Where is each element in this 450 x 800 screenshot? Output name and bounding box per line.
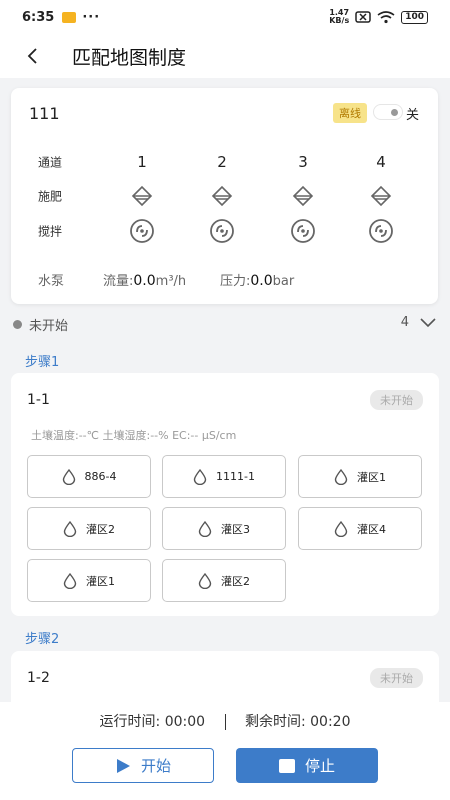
stir-row: 搅拌 <box>11 216 438 246</box>
status-icons: 1.47 KB/s 100 <box>329 9 428 25</box>
more-notifications-icon: ··· <box>82 9 101 25</box>
divider <box>224 714 226 730</box>
pressure-reading: 压力:0.0bar <box>220 273 295 289</box>
back-button[interactable] <box>20 44 44 68</box>
zone-button[interactable]: 886-4 <box>27 455 151 498</box>
zone-button[interactable]: 灌区4 <box>298 507 422 550</box>
fertilize-valve-icon[interactable] <box>202 181 242 211</box>
channel-number: 2 <box>217 153 227 171</box>
notification-icon <box>62 11 77 23</box>
nav-bar: 匹配地图制度 <box>0 34 450 78</box>
toggle-label: 关 <box>406 108 420 123</box>
chevron-down-icon[interactable] <box>419 316 437 328</box>
zone-button[interactable]: 1111-1 <box>162 455 286 498</box>
zone-label: 886-4 <box>84 470 117 483</box>
zone-button[interactable]: 灌区2 <box>162 559 286 602</box>
start-button[interactable]: 开始 <box>72 748 214 783</box>
sim-blocked-icon <box>355 11 371 23</box>
step-id: 1-2 <box>27 670 50 686</box>
stop-button[interactable]: 停止 <box>236 748 378 783</box>
pump-label: 水泵 <box>38 274 65 289</box>
flow-reading: 流量:0.0m³/h <box>103 273 187 289</box>
water-drop-icon <box>193 468 207 485</box>
fertilize-label: 施肥 <box>38 189 63 204</box>
run-time-label: 运行时间: <box>99 714 161 730</box>
fertilize-valve-icon[interactable] <box>361 181 401 211</box>
step-status-badge: 未开始 <box>370 390 423 410</box>
zone-label: 1111-1 <box>216 470 255 483</box>
zone-button[interactable]: 灌区1 <box>298 455 422 498</box>
zone-label: 灌区2 <box>86 522 115 536</box>
zone-label: 灌区2 <box>221 574 250 588</box>
channel-label: 通道 <box>38 155 63 170</box>
power-toggle[interactable] <box>373 104 403 120</box>
fertilize-valve-icon[interactable] <box>122 181 162 211</box>
water-drop-icon <box>62 468 75 485</box>
remain-time-value: 00:20 <box>310 714 351 730</box>
zone-button[interactable]: 灌区1 <box>27 559 151 602</box>
stop-icon <box>278 758 295 773</box>
channel-number: 4 <box>376 153 386 171</box>
page-title: 匹配地图制度 <box>72 46 187 69</box>
step-card: 1-1 未开始 土壤温度:--℃ 土壤湿度:--% EC:-- μS/cm 88… <box>11 373 439 616</box>
water-drop-icon <box>63 520 77 537</box>
offline-badge: 离线 <box>333 103 367 123</box>
stirrer-icon[interactable] <box>202 216 242 246</box>
step-status-badge: 未开始 <box>370 668 423 688</box>
fertilize-valve-icon[interactable] <box>283 181 323 211</box>
stir-label: 搅拌 <box>38 224 63 239</box>
zone-button[interactable]: 灌区3 <box>162 507 286 550</box>
water-drop-icon <box>198 572 212 589</box>
water-drop-icon <box>63 572 77 589</box>
channel-number: 1 <box>137 153 147 171</box>
device-name: 111 <box>29 104 60 123</box>
stirrer-icon[interactable] <box>361 216 401 246</box>
channel-row: 通道 1 2 3 4 <box>11 147 438 177</box>
zone-label: 灌区1 <box>357 470 386 484</box>
zone-label: 灌区4 <box>357 522 386 536</box>
remain-time-label: 剩余时间: <box>244 714 306 730</box>
play-icon <box>116 758 130 773</box>
step-count: 4 <box>400 315 409 330</box>
stirrer-icon[interactable] <box>283 216 323 246</box>
status-dot <box>13 320 22 329</box>
chevron-left-icon <box>27 48 37 64</box>
run-status-row[interactable]: 未开始 4 <box>11 312 439 336</box>
device-card: 111 离线 关 通道 1 2 3 4 施肥 搅拌 水泵 流量:0.0m³/h … <box>11 88 438 304</box>
status-bar: 6:35 ··· 1.47 KB/s 100 <box>0 0 450 34</box>
water-drop-icon <box>198 520 212 537</box>
start-button-label: 开始 <box>140 757 171 775</box>
fertilize-row: 施肥 <box>11 181 438 211</box>
battery-indicator: 100 <box>401 10 428 24</box>
water-drop-icon <box>334 468 348 485</box>
step-id: 1-1 <box>27 392 50 408</box>
water-drop-icon <box>334 520 348 537</box>
step-title: 步骤2 <box>25 632 60 647</box>
run-time-value: 00:00 <box>164 714 206 730</box>
sensor-readings: 土壤温度:--℃ 土壤湿度:--% EC:-- μS/cm <box>31 429 237 442</box>
stop-button-label: 停止 <box>304 757 335 775</box>
wifi-icon <box>377 10 395 23</box>
channel-number: 3 <box>298 153 308 171</box>
run-status-text: 未开始 <box>29 319 69 334</box>
zone-label: 灌区3 <box>221 522 250 536</box>
time-info: 运行时间: 00:00 剩余时间: 00:20 <box>0 711 450 731</box>
zone-label: 灌区1 <box>86 574 115 588</box>
clock: 6:35 <box>22 9 55 25</box>
zone-button[interactable]: 灌区2 <box>27 507 151 550</box>
stirrer-icon[interactable] <box>122 216 162 246</box>
bottom-bar: 运行时间: 00:00 剩余时间: 00:20 开始 停止 <box>0 702 450 800</box>
network-speed: 1.47 KB/s <box>329 8 350 25</box>
step-title: 步骤1 <box>25 355 60 370</box>
